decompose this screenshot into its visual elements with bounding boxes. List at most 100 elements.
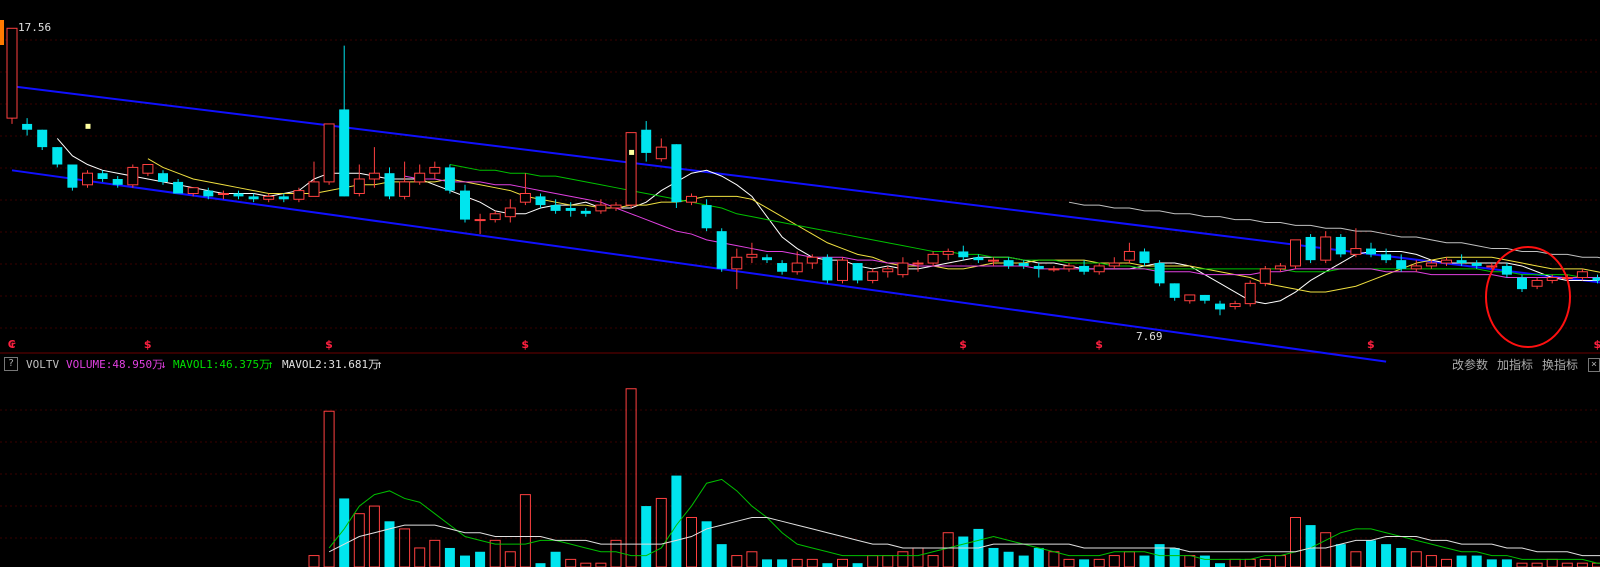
candle-body <box>217 192 229 195</box>
candle-body <box>429 166 441 174</box>
candle-body <box>550 205 561 211</box>
volume-bar <box>1456 555 1467 567</box>
candle-body <box>1350 248 1362 255</box>
volume-bar <box>806 558 818 567</box>
candle-body <box>927 253 939 264</box>
volume-bar <box>519 494 531 567</box>
candle-body <box>37 129 48 148</box>
event-mark: $ <box>1594 338 1600 351</box>
volume-bar <box>927 555 939 567</box>
candle-body <box>173 181 184 194</box>
candle-body <box>203 190 214 197</box>
candle-body <box>641 129 652 153</box>
volume-bar <box>686 516 697 567</box>
candle-body <box>716 231 727 269</box>
candle-body <box>958 251 969 258</box>
volume-bar <box>641 506 652 567</box>
candle-body <box>1244 282 1256 305</box>
event-mark: $ <box>1367 338 1375 351</box>
candle-body <box>1079 265 1090 272</box>
candle-body <box>655 146 667 160</box>
candle-body <box>535 196 546 206</box>
candle-body <box>158 173 168 182</box>
candle-body <box>1169 283 1180 298</box>
candle-body <box>22 123 33 130</box>
volume-bar <box>1003 551 1014 567</box>
indicator-name: VOLTV <box>26 358 60 371</box>
volume-bar <box>353 513 365 567</box>
candle-body <box>187 187 199 194</box>
candle-body <box>867 271 879 281</box>
volume-bar <box>1335 544 1346 567</box>
volume-bar <box>550 551 561 567</box>
event-mark: $ <box>144 338 152 351</box>
candle-body <box>1425 262 1437 267</box>
volume-bar <box>958 536 969 567</box>
volume-bar <box>1501 559 1512 567</box>
candle-body <box>852 263 863 281</box>
volume-bar <box>1093 558 1105 567</box>
arrow-up-icon: ↑ <box>267 358 274 371</box>
stock-chart[interactable]: 17.56 7.69 ₢ $ $ $ $ $ $ $ <box>0 0 1600 567</box>
volume-bar <box>762 559 772 567</box>
volume-bar <box>791 558 803 567</box>
volume-bar <box>1274 555 1286 567</box>
candle-body <box>308 181 320 197</box>
candle-body <box>52 147 63 165</box>
volume-bar <box>429 539 441 567</box>
candle-body <box>1108 262 1120 267</box>
candle-body <box>1290 239 1301 267</box>
candle-body <box>1093 265 1105 273</box>
candle-body <box>1441 259 1452 264</box>
volume-bar <box>1441 558 1452 567</box>
candle-body <box>1003 260 1014 266</box>
candle-body <box>6 27 18 119</box>
volume-bar <box>746 551 758 567</box>
candle-body <box>444 167 455 191</box>
candle-body <box>610 204 622 209</box>
volume-bar <box>399 528 411 567</box>
volume-bar <box>1381 544 1392 567</box>
candle-body <box>1320 236 1332 261</box>
volume-bar <box>565 558 577 567</box>
candle-body <box>565 207 576 211</box>
volume-bar <box>1184 555 1196 567</box>
candle-body <box>1215 303 1225 310</box>
candle-body <box>414 172 426 183</box>
candle-body <box>1199 294 1210 301</box>
candle-body <box>112 179 123 185</box>
low-price-label: 7.69 <box>1136 330 1163 343</box>
add-indicator-button[interactable]: 加指标 <box>1497 355 1533 375</box>
arrow-up-icon: ↑ <box>376 358 383 371</box>
params-button[interactable]: 改参数 <box>1452 355 1488 375</box>
volume-bar <box>460 555 470 567</box>
volume-bar <box>1018 555 1029 567</box>
high-price-label: 17.56 <box>18 21 51 34</box>
volume-bar <box>1425 555 1437 567</box>
volume-bar <box>1546 558 1558 567</box>
candle-body <box>806 256 818 264</box>
candle-body <box>1366 248 1376 255</box>
volume-bar <box>1471 555 1482 567</box>
close-icon[interactable]: × <box>1588 358 1600 372</box>
switch-indicator-button[interactable]: 换指标 <box>1542 355 1578 375</box>
candle-body <box>1546 277 1558 281</box>
volume-bar <box>822 563 833 567</box>
candle-body <box>248 196 259 200</box>
volume-bar <box>1229 558 1241 567</box>
candle-body <box>1274 265 1286 270</box>
highlight-circle <box>1485 246 1571 348</box>
volume-bar <box>1123 551 1135 567</box>
candle-body <box>519 192 531 203</box>
candle-body <box>460 190 470 220</box>
help-icon[interactable]: ? <box>4 357 18 371</box>
volume-bar <box>1199 555 1210 567</box>
event-mark: $ <box>1095 338 1103 351</box>
candle-body <box>353 178 365 194</box>
candle-body <box>278 196 289 200</box>
volume-bar <box>1033 547 1044 567</box>
candle-body <box>1335 236 1346 255</box>
price-marker-bar <box>0 20 4 45</box>
volume-bar <box>731 555 743 567</box>
candle-body <box>1048 268 1060 271</box>
